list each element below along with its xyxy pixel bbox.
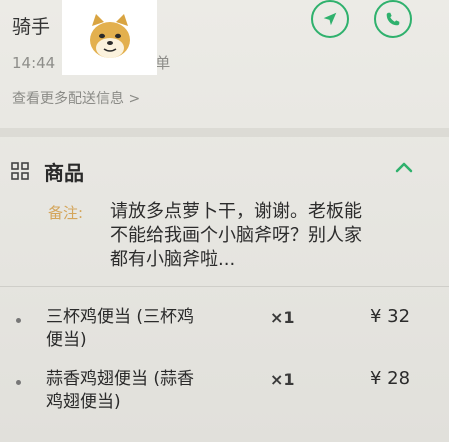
doge-sticker	[62, 0, 157, 75]
order-item: 三杯鸡便当 (三杯鸡 便当) ×1 ¥ 32	[0, 306, 449, 356]
item-quantity: ×1	[270, 370, 295, 389]
item-name: 三杯鸡便当 (三杯鸡 便当)	[46, 306, 246, 352]
item-price: ¥ 32	[370, 306, 411, 327]
rider-card: 骑手 14:44 单 查看更多配送信息 >	[0, 0, 449, 128]
navigation-arrow-icon	[323, 12, 337, 26]
grid-icon	[11, 162, 29, 180]
rider-subtitle-tail: 单	[155, 54, 171, 72]
goods-title: 商品	[44, 161, 84, 185]
chevron-up-icon[interactable]	[393, 158, 415, 176]
note-line: 都有小脑斧啦...	[110, 249, 236, 270]
item-name-line: 鸡翅便当)	[46, 392, 121, 412]
more-delivery-info-link[interactable]: 查看更多配送信息 >	[12, 88, 140, 108]
doge-sticker-icon	[89, 13, 130, 58]
note-text: 请放多点萝卜干，谢谢。老板能 不能给我画个小脑斧呀？别人家 都有小脑斧啦...	[110, 200, 430, 272]
item-quantity: ×1	[270, 308, 295, 327]
call-rider-button[interactable]	[374, 0, 412, 38]
item-price: ¥ 28	[370, 368, 411, 389]
note-label: 备注:	[48, 204, 84, 222]
bullet-icon	[16, 318, 21, 323]
phone-icon	[386, 12, 400, 26]
goods-section-header[interactable]: 商品	[0, 148, 449, 188]
bullet-icon	[16, 380, 21, 385]
section-divider	[0, 128, 449, 137]
item-name-line: 蒜香鸡翅便当 (蒜香	[46, 369, 195, 389]
item-name: 蒜香鸡翅便当 (蒜香 鸡翅便当)	[46, 368, 246, 414]
order-detail-screen: 骑手 14:44 单 查看更多配送信息 > 商品 备注: 请放多点萝卜干，谢谢。…	[0, 0, 449, 442]
item-name-line: 三杯鸡便当 (三杯鸡	[46, 307, 195, 327]
order-item: 蒜香鸡翅便当 (蒜香 鸡翅便当) ×1 ¥ 28	[0, 368, 449, 418]
item-name-line: 便当)	[46, 330, 87, 350]
note-line: 请放多点萝卜干，谢谢。老板能	[110, 201, 362, 222]
items-divider	[0, 286, 449, 287]
rider-title: 骑手	[12, 16, 51, 38]
rider-time: 14:44	[12, 54, 56, 72]
note-line: 不能给我画个小脑斧呀？别人家	[110, 225, 362, 246]
navigate-button[interactable]	[311, 0, 349, 38]
